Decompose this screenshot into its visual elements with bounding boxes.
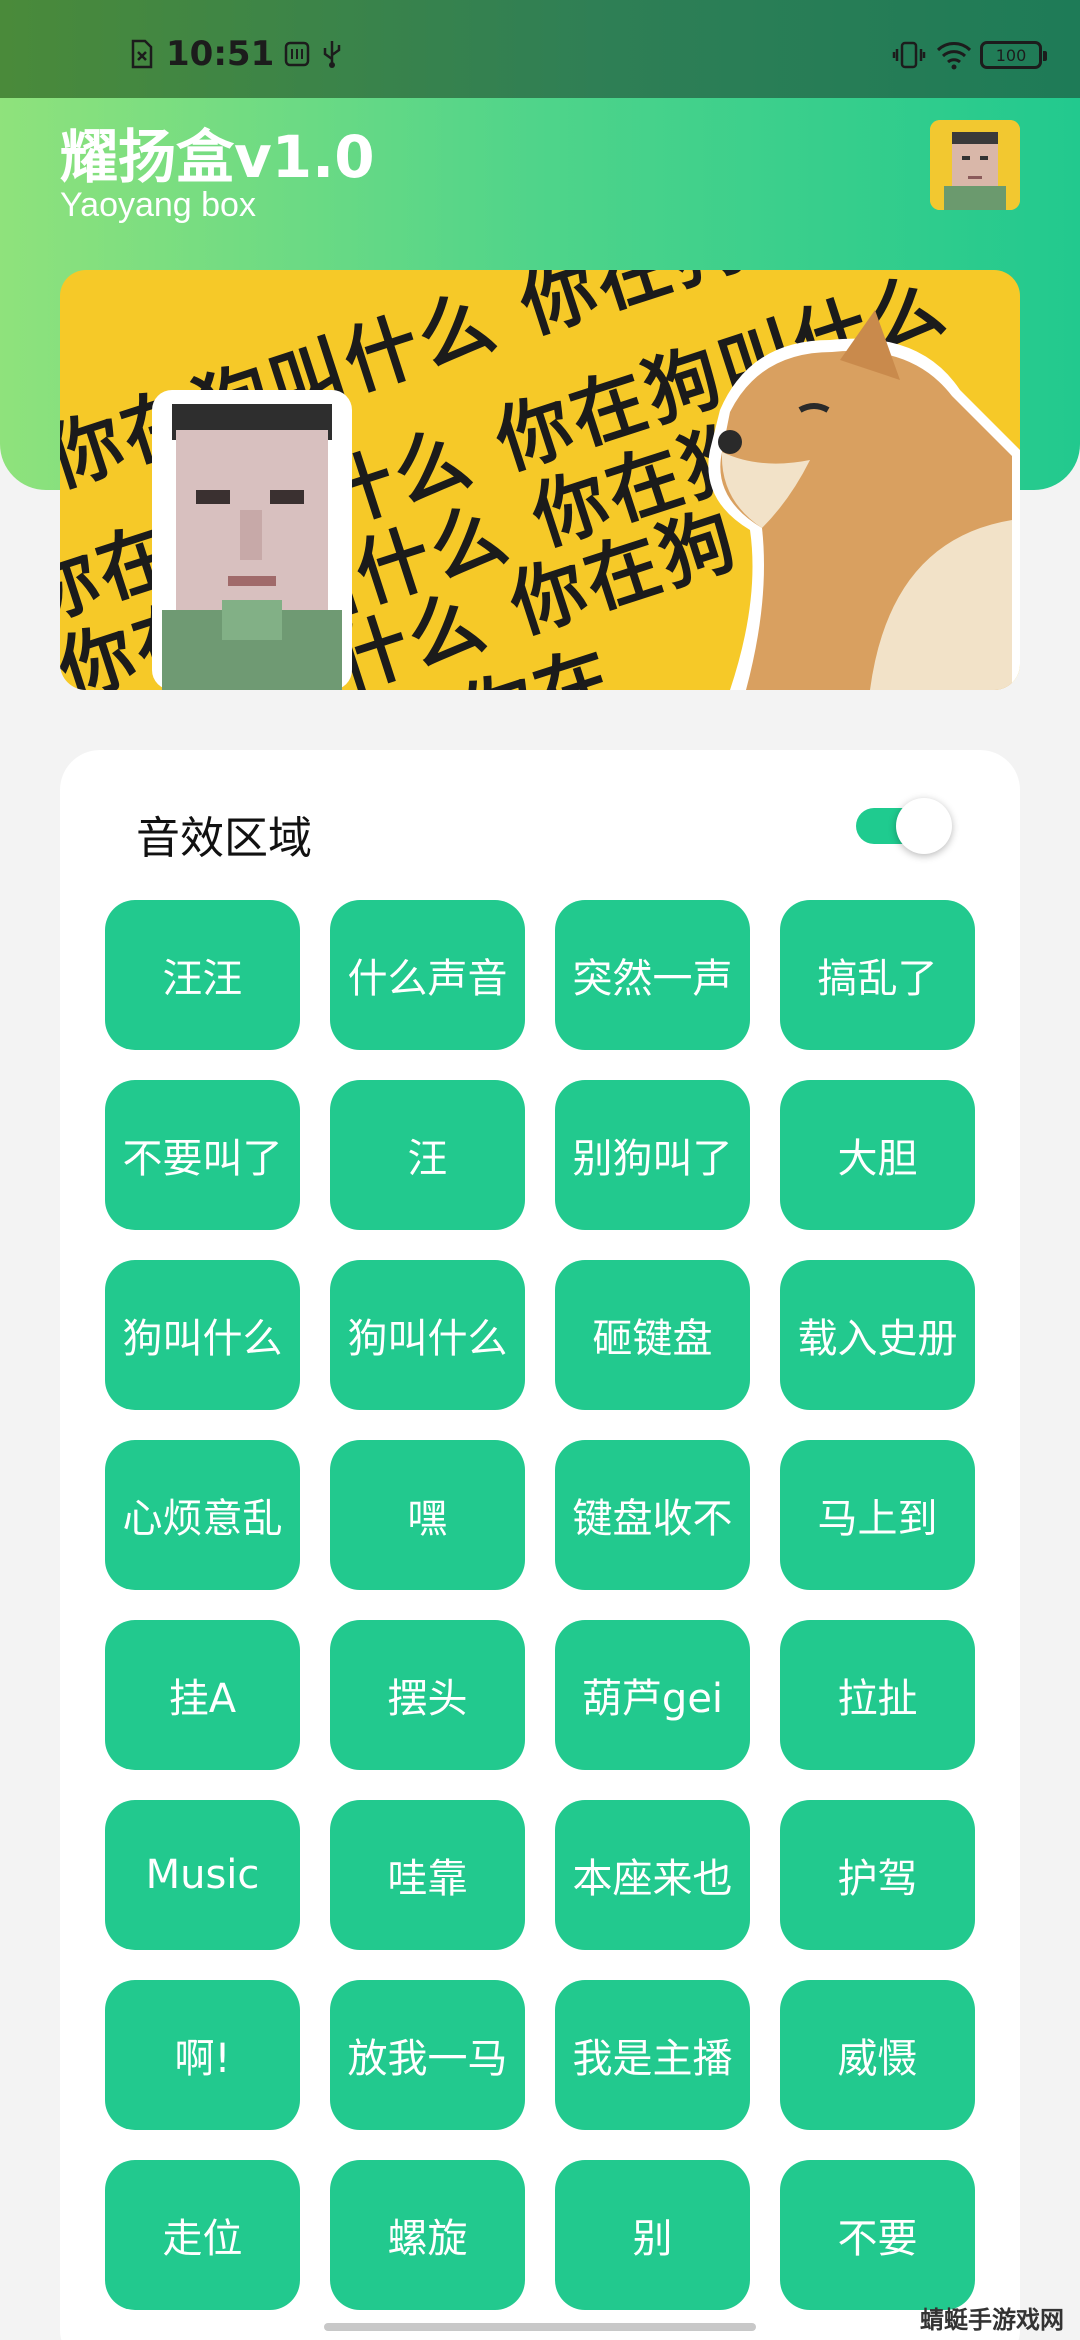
pixel-face-image bbox=[152, 390, 352, 690]
app-subtitle: Yaoyang box bbox=[60, 186, 256, 224]
sound-button[interactable]: 砸键盘 bbox=[555, 1260, 750, 1410]
sound-button[interactable]: 键盘收不 bbox=[555, 1440, 750, 1590]
sound-button[interactable]: 马上到 bbox=[780, 1440, 975, 1590]
sound-button[interactable]: 护驾 bbox=[780, 1800, 975, 1950]
sound-button[interactable]: 大胆 bbox=[780, 1080, 975, 1230]
sound-button[interactable]: 啊! bbox=[105, 1980, 300, 2130]
sound-button[interactable]: Music bbox=[105, 1800, 300, 1950]
sound-button[interactable]: 走位 bbox=[105, 2160, 300, 2310]
sound-button[interactable]: 放我一马 bbox=[330, 1980, 525, 2130]
sound-button[interactable]: 我是主播 bbox=[555, 1980, 750, 2130]
sound-button-grid: 汪汪 什么声音 突然一声 搞乱了 不要叫了汪别狗叫了 大胆 狗叫什么 狗叫什么 砸键盘 载入史册心… bbox=[105, 900, 975, 2310]
sound-button[interactable]: 嘿 bbox=[330, 1440, 525, 1590]
sound-button[interactable]: 不要 bbox=[780, 2160, 975, 2310]
watermark: 蜻蜓手游戏网 bbox=[920, 2306, 1064, 2334]
sound-button[interactable]: 摆头 bbox=[330, 1620, 525, 1770]
sound-button[interactable]: 汪 bbox=[330, 1080, 525, 1230]
sound-button[interactable]: 本座来也 bbox=[555, 1800, 750, 1950]
status-bar: 10:51 100 bbox=[0, 0, 1080, 98]
sound-button[interactable]: 哇靠 bbox=[330, 1800, 525, 1950]
shiba-dog-image bbox=[708, 310, 1020, 690]
wifi-icon bbox=[936, 40, 972, 70]
sound-button[interactable]: 威慑 bbox=[780, 1980, 975, 2130]
sound-panel-toggle[interactable] bbox=[856, 798, 952, 854]
sound-button[interactable]: 狗叫什么 bbox=[105, 1260, 300, 1410]
sound-button[interactable]: 别狗叫了 bbox=[555, 1080, 750, 1230]
sound-panel-title: 音效区域 bbox=[136, 813, 312, 864]
sound-button[interactable]: 葫芦gei bbox=[555, 1620, 750, 1770]
toggle-knob bbox=[896, 798, 952, 854]
sound-button[interactable]: 心烦意乱 bbox=[105, 1440, 300, 1590]
app-title: 耀扬盒v1.0 bbox=[60, 123, 375, 191]
sound-button[interactable]: 突然一声 bbox=[555, 900, 750, 1050]
sound-button[interactable]: 挂A bbox=[105, 1620, 300, 1770]
sound-button[interactable]: 狗叫什么 bbox=[330, 1260, 525, 1410]
banner-image[interactable]: 你在狗叫什么 你在狗 你在狗叫什么 你在狗叫什么 你在狗叫什么 你在狗叫 你在狗… bbox=[60, 270, 1020, 690]
sound-button[interactable]: 汪汪 bbox=[105, 900, 300, 1050]
status-time: 10:51 bbox=[166, 34, 275, 74]
battery-icon: 100 bbox=[980, 41, 1047, 69]
vibrate-icon bbox=[892, 40, 926, 70]
usb-debug-icon bbox=[284, 39, 310, 69]
sound-button[interactable]: 不要叫了 bbox=[105, 1080, 300, 1230]
home-indicator[interactable] bbox=[324, 2323, 756, 2331]
sound-button[interactable]: 别 bbox=[555, 2160, 750, 2310]
sound-button[interactable]: 螺旋 bbox=[330, 2160, 525, 2310]
sound-effects-card: 音效区域 汪汪 什么声音 突然一声 搞乱了 不要叫了汪别狗叫了 大胆 狗叫什么 狗叫什么 砸键盘… bbox=[60, 750, 1020, 2340]
sound-button[interactable]: 载入史册 bbox=[780, 1260, 975, 1410]
sound-button[interactable]: 搞乱了 bbox=[780, 900, 975, 1050]
usb-icon bbox=[320, 39, 346, 69]
sound-button[interactable]: 拉扯 bbox=[780, 1620, 975, 1770]
avatar[interactable] bbox=[930, 120, 1020, 210]
sound-button[interactable]: 什么声音 bbox=[330, 900, 525, 1050]
sim-icon bbox=[130, 39, 156, 69]
